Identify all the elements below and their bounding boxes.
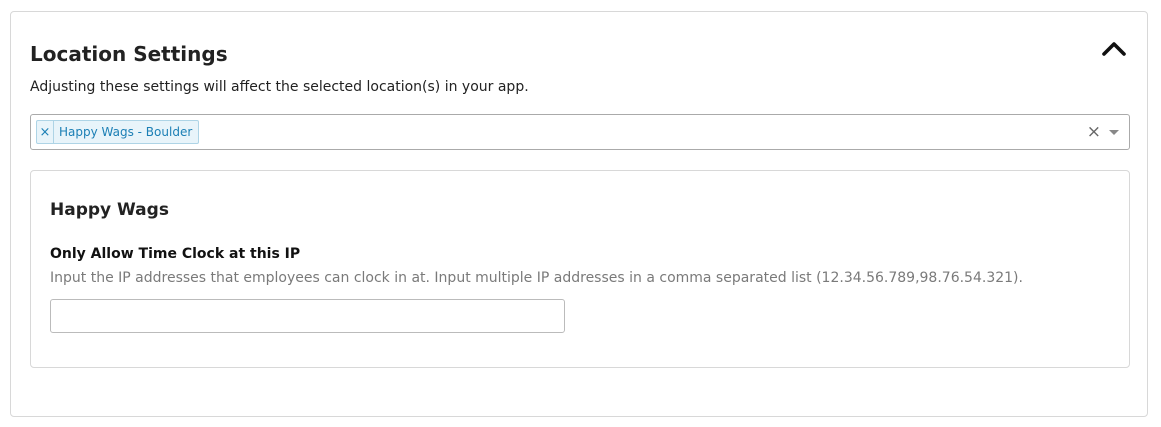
location-settings-panel: Location Settings Adjusting these settin… [10, 11, 1148, 417]
panel-description: Adjusting these settings will affect the… [30, 79, 529, 95]
panel-title: Location Settings [30, 42, 228, 66]
ip-field-label: Only Allow Time Clock at this IP [50, 246, 301, 262]
location-tag-label: Happy Wags - Boulder [59, 125, 193, 139]
remove-tag-button[interactable]: × [37, 121, 54, 143]
caret-down-icon[interactable] [1109, 130, 1119, 135]
location-multiselect[interactable]: × Happy Wags - Boulder × [30, 114, 1130, 150]
clear-selection-button[interactable]: × [1087, 122, 1101, 142]
card-title: Happy Wags [50, 200, 169, 220]
location-tag: × Happy Wags - Boulder [36, 120, 200, 144]
chevron-up-icon[interactable] [1099, 36, 1129, 60]
ip-field-help: Input the IP addresses that employees ca… [50, 270, 1023, 286]
location-card: Happy Wags Only Allow Time Clock at this… [30, 170, 1130, 368]
ip-address-input[interactable] [50, 299, 565, 333]
